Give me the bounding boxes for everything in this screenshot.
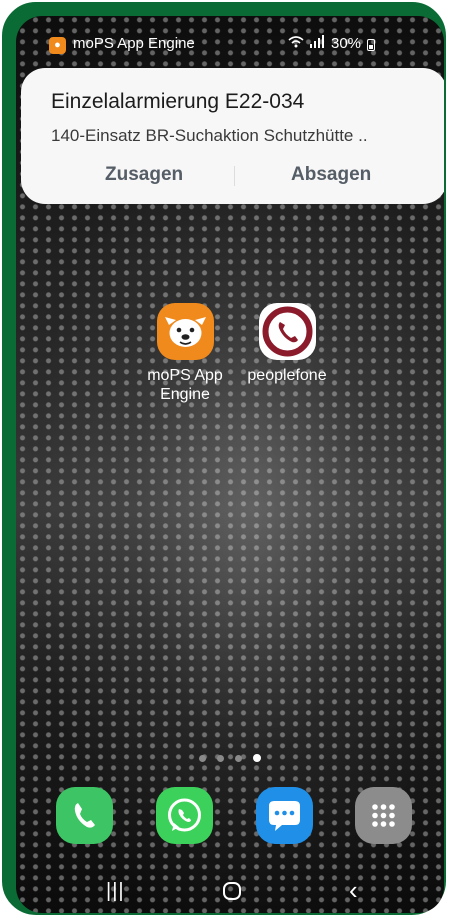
decline-button[interactable]: Absagen [291, 164, 371, 186]
app-label-line2: Engine [160, 386, 210, 403]
recent-apps-icon[interactable]: ||| [106, 880, 125, 903]
app-label-line1: moPS App [147, 367, 223, 384]
whatsapp-icon [168, 798, 201, 832]
alarm-notification[interactable]: Einzelalarmierung E22-034 140-Einsatz BR… [21, 68, 444, 204]
page-dot[interactable] [217, 755, 224, 762]
messages-app[interactable] [256, 787, 313, 844]
page-dot-active[interactable] [253, 754, 261, 762]
navigation-bar: ||| ‹ [16, 871, 444, 913]
app-drawer[interactable] [355, 787, 412, 844]
home-icon[interactable] [223, 882, 241, 900]
status-app-name: moPS App Engine [73, 35, 195, 52]
page-indicator [199, 749, 272, 762]
battery-icon [367, 39, 375, 51]
app-mops-engine[interactable]: moPS App Engine [138, 303, 232, 404]
battery-level: 30% [331, 35, 362, 52]
app-label: peoplefone [247, 367, 327, 384]
wifi-signal-icon [288, 35, 326, 52]
page-dot[interactable] [199, 755, 206, 762]
button-divider [234, 166, 235, 186]
mops-dog-icon [156, 303, 214, 360]
accept-button[interactable]: Zusagen [105, 164, 183, 186]
mops-notification-icon: ● [49, 37, 66, 54]
app-drawer-icon [372, 804, 395, 827]
notification-body: 140-Einsatz BR-Suchaktion Schutzhütte .. [51, 126, 368, 145]
peoplefone-phone-icon [258, 303, 316, 360]
phone-screen: ● moPS App Engine 30% Einzelalarmierung … [16, 16, 444, 913]
phone-app[interactable] [56, 787, 113, 844]
notification-title: Einzelalarmierung E22-034 [51, 90, 305, 113]
whatsapp-app[interactable] [156, 787, 213, 844]
messages-icon [269, 801, 300, 831]
status-bar: ● moPS App Engine 30% [16, 34, 444, 58]
page-dot[interactable] [235, 755, 242, 762]
back-icon[interactable]: ‹ [349, 875, 358, 906]
phone-icon [74, 803, 95, 828]
app-peoplefone[interactable]: peoplefone [238, 303, 336, 385]
